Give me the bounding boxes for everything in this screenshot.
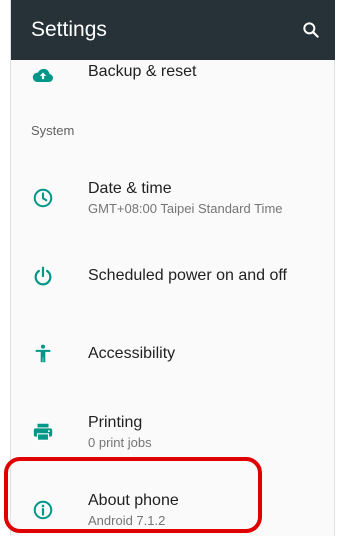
item-spacer [11,388,335,398]
screen: Settings Backup & reset System Date & ti… [0,0,341,536]
app-bar: Settings [11,0,335,60]
page-title: Settings [31,18,107,41]
settings-item-scheduled-power[interactable]: Scheduled power on and off [11,242,335,310]
settings-item-date-time[interactable]: Date & time GMT+08:00 Taipei Standard Ti… [11,164,335,232]
settings-item-label: Date & time [88,180,172,197]
accessibility-icon [31,342,55,366]
left-edge [0,0,11,536]
clock-icon [31,186,55,210]
right-edge [334,0,341,536]
printer-icon [31,420,55,444]
settings-item-label: Printing [88,414,143,431]
search-button[interactable] [297,16,325,44]
cloud-upload-icon [31,63,55,87]
settings-item-label: Accessibility [88,345,176,362]
settings-item-backup[interactable]: Backup & reset [11,60,335,96]
power-icon [31,264,55,288]
settings-item-label: Scheduled power on and off [88,267,287,284]
settings-item-summary: 0 print jobs [88,435,152,450]
search-icon [303,22,319,38]
item-spacer [11,310,335,320]
settings-item-printing[interactable]: Printing 0 print jobs [11,398,335,466]
section-header-system: System [31,123,75,138]
settings-item-accessibility[interactable]: Accessibility [11,320,335,388]
settings-item-label: Backup & reset [88,63,197,80]
settings-item-summary: GMT+08:00 Taipei Standard Time [88,201,283,216]
highlight-box [4,457,262,533]
item-spacer [11,232,335,242]
